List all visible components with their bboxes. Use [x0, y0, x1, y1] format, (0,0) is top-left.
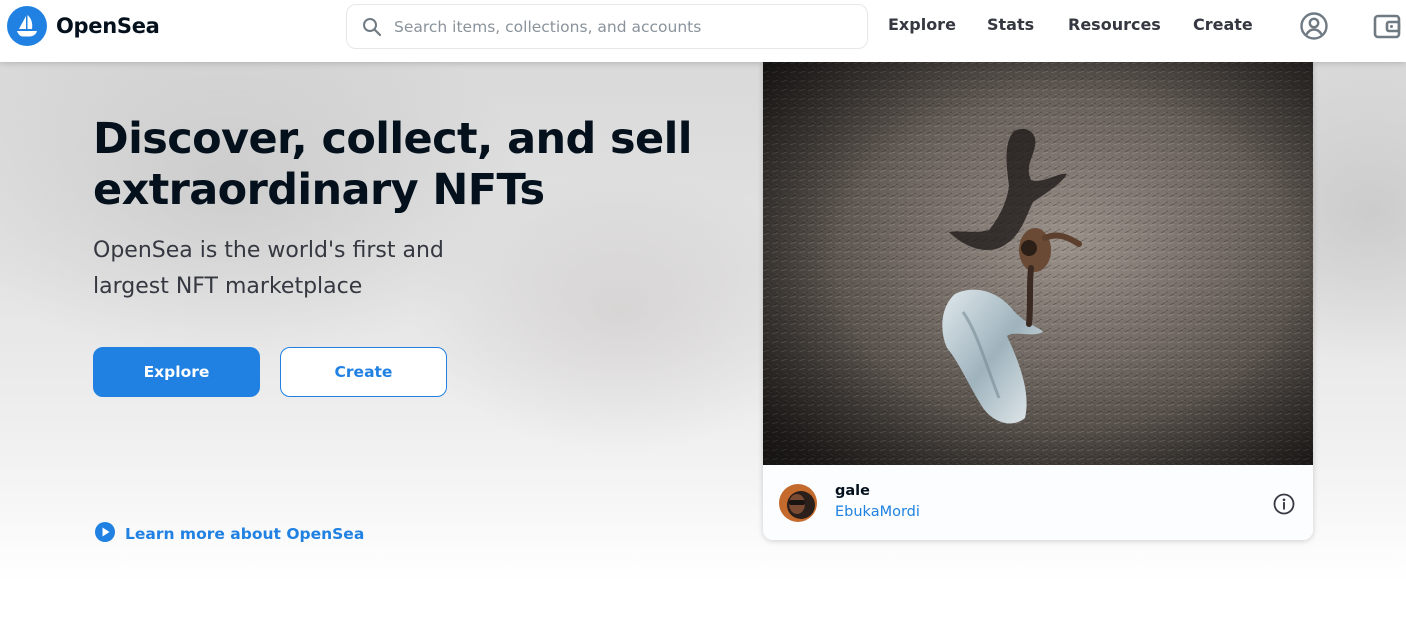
play-circle-icon: [94, 521, 116, 547]
featured-nft-card[interactable]: gale EbukaMordi: [763, 62, 1313, 540]
search-input[interactable]: [394, 17, 854, 36]
search-icon: [361, 16, 383, 38]
featured-card-footer: gale EbukaMordi: [763, 465, 1313, 540]
opensea-logo-link[interactable]: OpenSea: [7, 6, 160, 46]
profile-icon[interactable]: [1298, 10, 1330, 42]
top-navbar: OpenSea Explore Stats Resources Create: [0, 0, 1406, 62]
info-icon[interactable]: [1273, 493, 1295, 515]
featured-nft-image: [763, 62, 1313, 465]
search-bar[interactable]: [346, 4, 868, 49]
learn-more-link[interactable]: Learn more about OpenSea: [94, 521, 364, 547]
create-button[interactable]: Create: [280, 347, 447, 397]
hero-subtitle: OpenSea is the world's first and largest…: [93, 238, 444, 299]
avatar[interactable]: [779, 484, 817, 522]
wallet-icon[interactable]: [1371, 10, 1403, 42]
explore-button[interactable]: Explore: [93, 347, 260, 397]
hero-section: Discover, collect, and sell extraordinar…: [0, 62, 1406, 582]
learn-more-text: Learn more about OpenSea: [125, 525, 365, 543]
featured-item-name: gale: [835, 483, 870, 499]
hero-title: Discover, collect, and sell extraordinar…: [93, 114, 692, 215]
opensea-ship-icon: [7, 6, 47, 46]
brand-name: OpenSea: [56, 14, 160, 38]
nav-stats[interactable]: Stats: [987, 14, 1034, 36]
nav-create[interactable]: Create: [1193, 14, 1253, 36]
nav-resources[interactable]: Resources: [1068, 14, 1161, 36]
featured-creator-link[interactable]: EbukaMordi: [835, 504, 920, 520]
nav-explore[interactable]: Explore: [888, 14, 956, 36]
